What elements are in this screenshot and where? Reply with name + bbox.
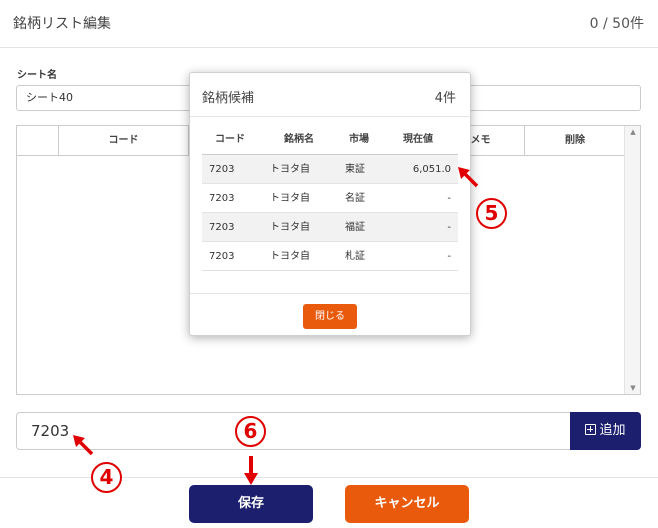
grid-header-select [17, 126, 59, 156]
plus-box-icon [585, 424, 597, 435]
candidate-row[interactable]: 7203 トヨタ自 名証 - [202, 184, 458, 213]
page-header: 銘柄リスト編集 0 / 50件 [0, 0, 658, 48]
grid-scrollbar[interactable]: ▲ ▼ [624, 126, 640, 394]
row-market: 福証 [345, 222, 365, 233]
candidate-row[interactable]: 7203 トヨタ自 札証 - [202, 242, 458, 271]
row-name: トヨタ自 [270, 193, 310, 204]
row-code: 7203 [209, 251, 235, 262]
item-count: 0 / 50件 [589, 16, 644, 32]
modal-footer-divider [190, 293, 470, 294]
col-price: 現在値 [403, 134, 433, 145]
scroll-down-icon[interactable]: ▼ [625, 384, 641, 392]
modal-title: 銘柄候補 [202, 91, 255, 106]
add-button-label: 追加 [599, 423, 626, 438]
col-code: コード [215, 134, 245, 145]
add-button[interactable]: 追加 [570, 412, 641, 450]
candidate-table-header: コード 銘柄名 市場 現在値 [202, 125, 458, 155]
row-market: 東証 [345, 164, 365, 175]
row-name: トヨタ自 [270, 251, 310, 262]
grid-header-code: コード [59, 126, 189, 156]
annotation-marker-4: 4 [91, 462, 122, 493]
annotation-arrow-5-icon [458, 167, 479, 188]
code-input[interactable]: 7203 [16, 412, 572, 450]
cancel-button[interactable]: キャンセル [345, 485, 469, 523]
row-name: トヨタ自 [270, 164, 310, 175]
row-code: 7203 [209, 193, 235, 204]
row-price: - [447, 251, 451, 262]
row-price: 6,051.0 [412, 164, 451, 175]
row-name: トヨタ自 [270, 222, 310, 233]
modal-header: 銘柄候補 4件 [190, 73, 470, 117]
save-button[interactable]: 保存 [189, 485, 313, 523]
row-code: 7203 [209, 164, 235, 175]
modal-count: 4件 [434, 91, 456, 106]
grid-header-delete: 削除 [565, 135, 585, 146]
sheet-name-label: シート名 [17, 70, 57, 81]
scroll-up-icon[interactable]: ▲ [625, 128, 641, 136]
annotation-marker-6: 6 [235, 416, 266, 447]
candidate-table: コード 銘柄名 市場 現在値 7203 トヨタ自 東証 6,051.0 7203… [202, 125, 458, 271]
annotation-arrow-4-icon [73, 435, 94, 456]
col-name: 銘柄名 [284, 134, 314, 145]
row-code: 7203 [209, 222, 235, 233]
row-price: - [447, 193, 451, 204]
annotation-arrow-6-icon [244, 456, 258, 485]
row-market: 札証 [345, 251, 365, 262]
annotation-marker-5: 5 [476, 198, 507, 229]
row-price: - [447, 222, 451, 233]
page-title: 銘柄リスト編集 [13, 16, 111, 32]
stock-candidate-modal: 銘柄候補 4件 コード 銘柄名 市場 現在値 7203 トヨタ自 東証 6,05… [189, 72, 471, 336]
candidate-row[interactable]: 7203 トヨタ自 東証 6,051.0 [202, 155, 458, 184]
col-market: 市場 [349, 134, 369, 145]
row-market: 名証 [345, 193, 365, 204]
close-button[interactable]: 閉じる [303, 304, 357, 329]
candidate-row[interactable]: 7203 トヨタ自 福証 - [202, 213, 458, 242]
